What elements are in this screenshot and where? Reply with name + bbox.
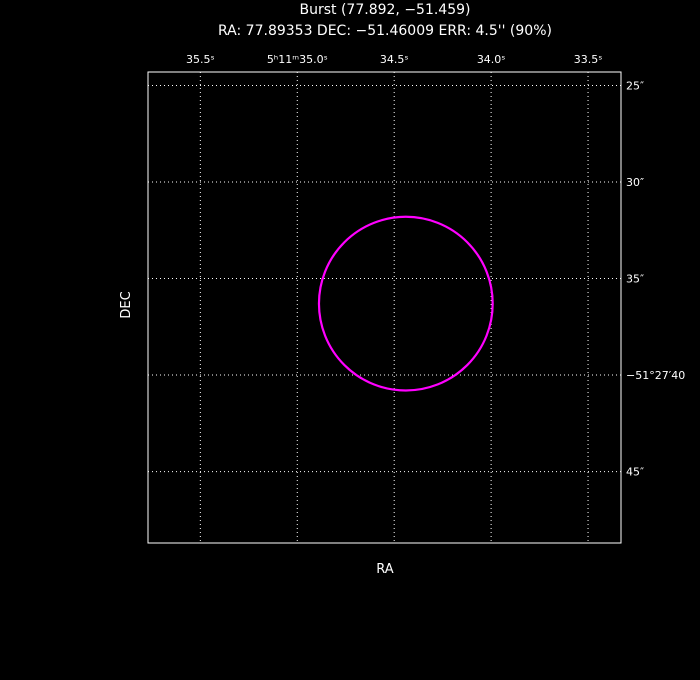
x-tick-label-2: 34.5ˢ xyxy=(380,53,409,66)
y-tick-label-1: 30″ xyxy=(626,176,644,189)
x-tick-label-1: 5ʰ11ᵐ35.0ˢ xyxy=(267,53,328,66)
y-tick-labels: 25″ 30″ 35″ −51°27′40 45″ xyxy=(626,80,685,479)
chart-svg: Burst (77.892, −51.459) RA: 77.89353 DEC… xyxy=(119,2,685,577)
y-tick-label-2: 35″ xyxy=(626,273,644,286)
y-tick-label-4: 45″ xyxy=(626,466,644,479)
chart-subtitle: RA: 77.89353 DEC: −51.46009 ERR: 4.5'' (… xyxy=(218,23,552,39)
x-tick-labels: 35.5ˢ 5ʰ11ᵐ35.0ˢ 34.5ˢ 34.0ˢ 33.5ˢ xyxy=(186,53,602,66)
x-tick-label-3: 34.0ˢ xyxy=(477,53,506,66)
x-tick-label-0: 35.5ˢ xyxy=(186,53,215,66)
y-axis-label: DEC xyxy=(119,291,134,318)
error-circle-layer xyxy=(317,215,494,392)
y-tick-label-3: −51°27′40 xyxy=(626,369,685,382)
x-axis-label: RA xyxy=(376,562,394,577)
error-circle xyxy=(317,215,494,392)
chart-title: Burst (77.892, −51.459) xyxy=(300,2,471,18)
y-tick-label-0: 25″ xyxy=(626,80,644,93)
x-tick-label-4: 33.5ˢ xyxy=(574,53,603,66)
plot-frame xyxy=(147,71,622,544)
grid-lines xyxy=(148,72,621,543)
